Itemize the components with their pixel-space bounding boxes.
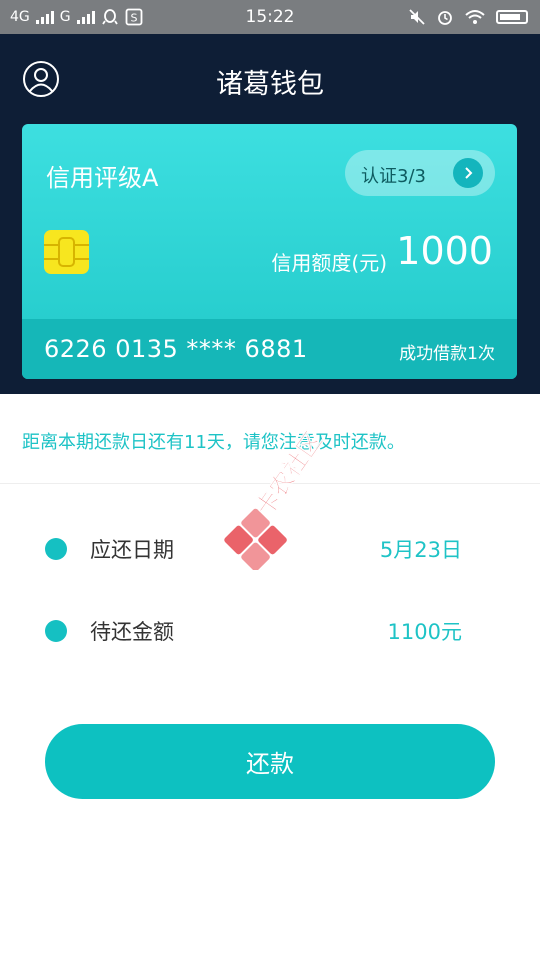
list-item-amount-due: 待还金额 1100元	[0, 600, 540, 660]
credit-card: 信用评级A 认证3/3 信用额度(元) 1000 6226 0135 **** …	[22, 124, 517, 379]
chevron-right-icon	[453, 158, 483, 188]
credit-limit-label: 信用额度(元)	[271, 251, 387, 275]
verify-button[interactable]: 认证3/3	[345, 150, 495, 196]
amount-due-label: 待还金额	[90, 620, 174, 644]
bullet-dot-icon	[45, 538, 67, 560]
repayment-notice: 距离本期还款日还有11天，请您注意及时还款。	[0, 394, 540, 484]
battery-icon	[496, 10, 528, 24]
due-date-label: 应还日期	[90, 538, 174, 562]
bullet-dot-icon	[45, 620, 67, 642]
status-bar: 4G G S 15:22	[0, 0, 540, 34]
card-chip-icon	[44, 230, 89, 274]
repay-button[interactable]: 还款	[45, 724, 495, 799]
credit-limit-value: 1000	[396, 229, 493, 273]
page-title: 诸葛钱包	[216, 69, 324, 100]
verify-label: 认证3/3	[361, 166, 426, 187]
due-date-value: 5月23日	[379, 538, 462, 562]
card-footer: 6226 0135 **** 6881 成功借款1次	[22, 319, 517, 379]
loan-count: 成功借款1次	[399, 344, 495, 364]
amount-due-value: 1100元	[387, 620, 462, 644]
notice-text: 距离本期还款日还有11天，请您注意及时还款。	[22, 432, 405, 453]
list-item-due-date: 应还日期 5月23日	[0, 518, 540, 578]
mute-icon	[409, 9, 425, 25]
wifi-icon	[465, 10, 485, 24]
alarm-icon	[438, 11, 452, 25]
credit-rating: 信用评级A	[46, 164, 159, 192]
header: 诸葛钱包 信用评级A 认证3/3 信用额度(元) 1000 6226 0135 …	[0, 34, 540, 394]
card-number: 6226 0135 **** 6881	[44, 335, 308, 363]
status-right	[408, 8, 528, 26]
